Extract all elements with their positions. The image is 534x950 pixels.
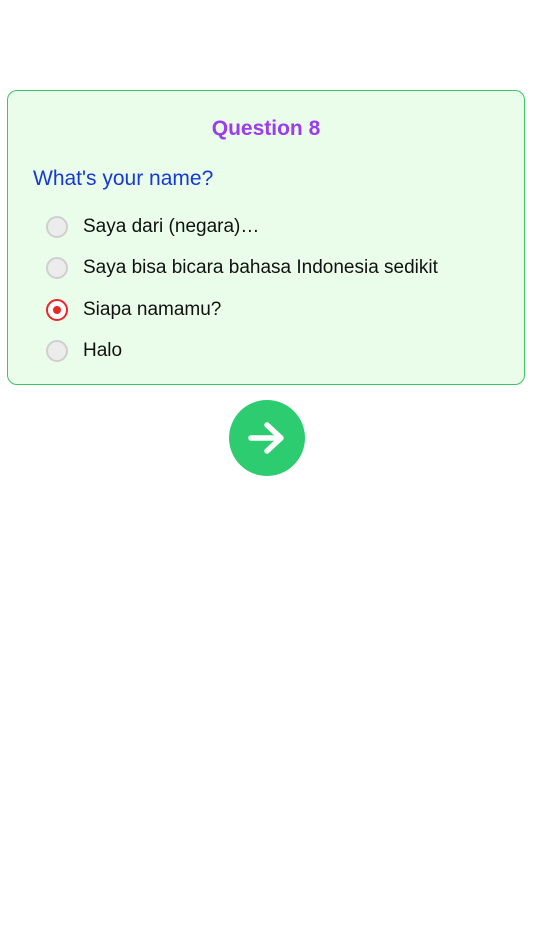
answer-option-1[interactable]: Saya dari (negara)…: [46, 213, 259, 241]
answer-option-3[interactable]: Siapa namamu?: [46, 296, 221, 324]
arrow-right-icon: [248, 422, 284, 454]
question-text: What's your name?: [33, 167, 214, 190]
answer-option-4[interactable]: Halo: [46, 337, 122, 365]
next-button[interactable]: [229, 400, 305, 476]
answer-option-label: Saya dari (negara)…: [83, 216, 260, 237]
answer-option-2[interactable]: Saya bisa bicara bahasa Indonesia sediki…: [46, 254, 438, 282]
answer-option-label: Halo: [83, 340, 123, 361]
question-title: Question 8: [211, 117, 321, 140]
radio-button[interactable]: [46, 257, 68, 279]
radio-button[interactable]: [46, 216, 68, 238]
radio-button[interactable]: [46, 340, 68, 362]
answer-option-label: Saya bisa bicara bahasa Indonesia sediki…: [83, 257, 438, 278]
answer-option-label: Siapa namamu?: [83, 299, 222, 320]
quiz-screen: Question 8 What's your name? Saya dari (…: [0, 0, 534, 950]
question-card: Question 8 What's your name? Saya dari (…: [7, 90, 525, 385]
radio-button-selected[interactable]: [46, 299, 68, 321]
